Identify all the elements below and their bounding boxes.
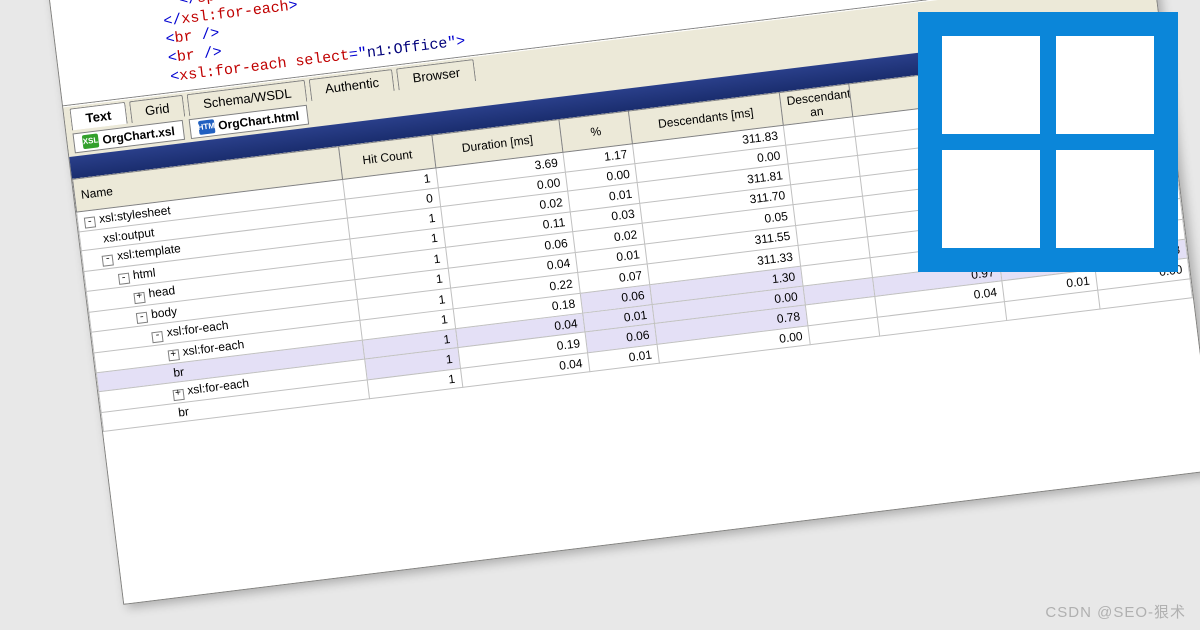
file-tab-label: OrgChart.html <box>217 108 299 132</box>
watermark: CSDN @SEO-狠术 <box>1045 601 1186 622</box>
collapse-icon[interactable]: - <box>118 273 130 285</box>
expand-icon[interactable]: + <box>133 291 145 303</box>
xsl-file-icon: XSL <box>82 133 100 149</box>
windows-logo-icon <box>918 12 1178 272</box>
collapse-icon[interactable]: - <box>102 254 114 266</box>
expand-icon[interactable]: + <box>172 388 184 400</box>
htm-file-icon: HTM <box>198 119 216 135</box>
collapse-icon[interactable]: - <box>152 330 164 342</box>
collapse-icon[interactable]: - <box>84 216 96 228</box>
expand-icon[interactable]: + <box>167 349 179 361</box>
file-tab-label: OrgChart.xsl <box>102 124 176 147</box>
collapse-icon[interactable]: - <box>136 312 148 324</box>
